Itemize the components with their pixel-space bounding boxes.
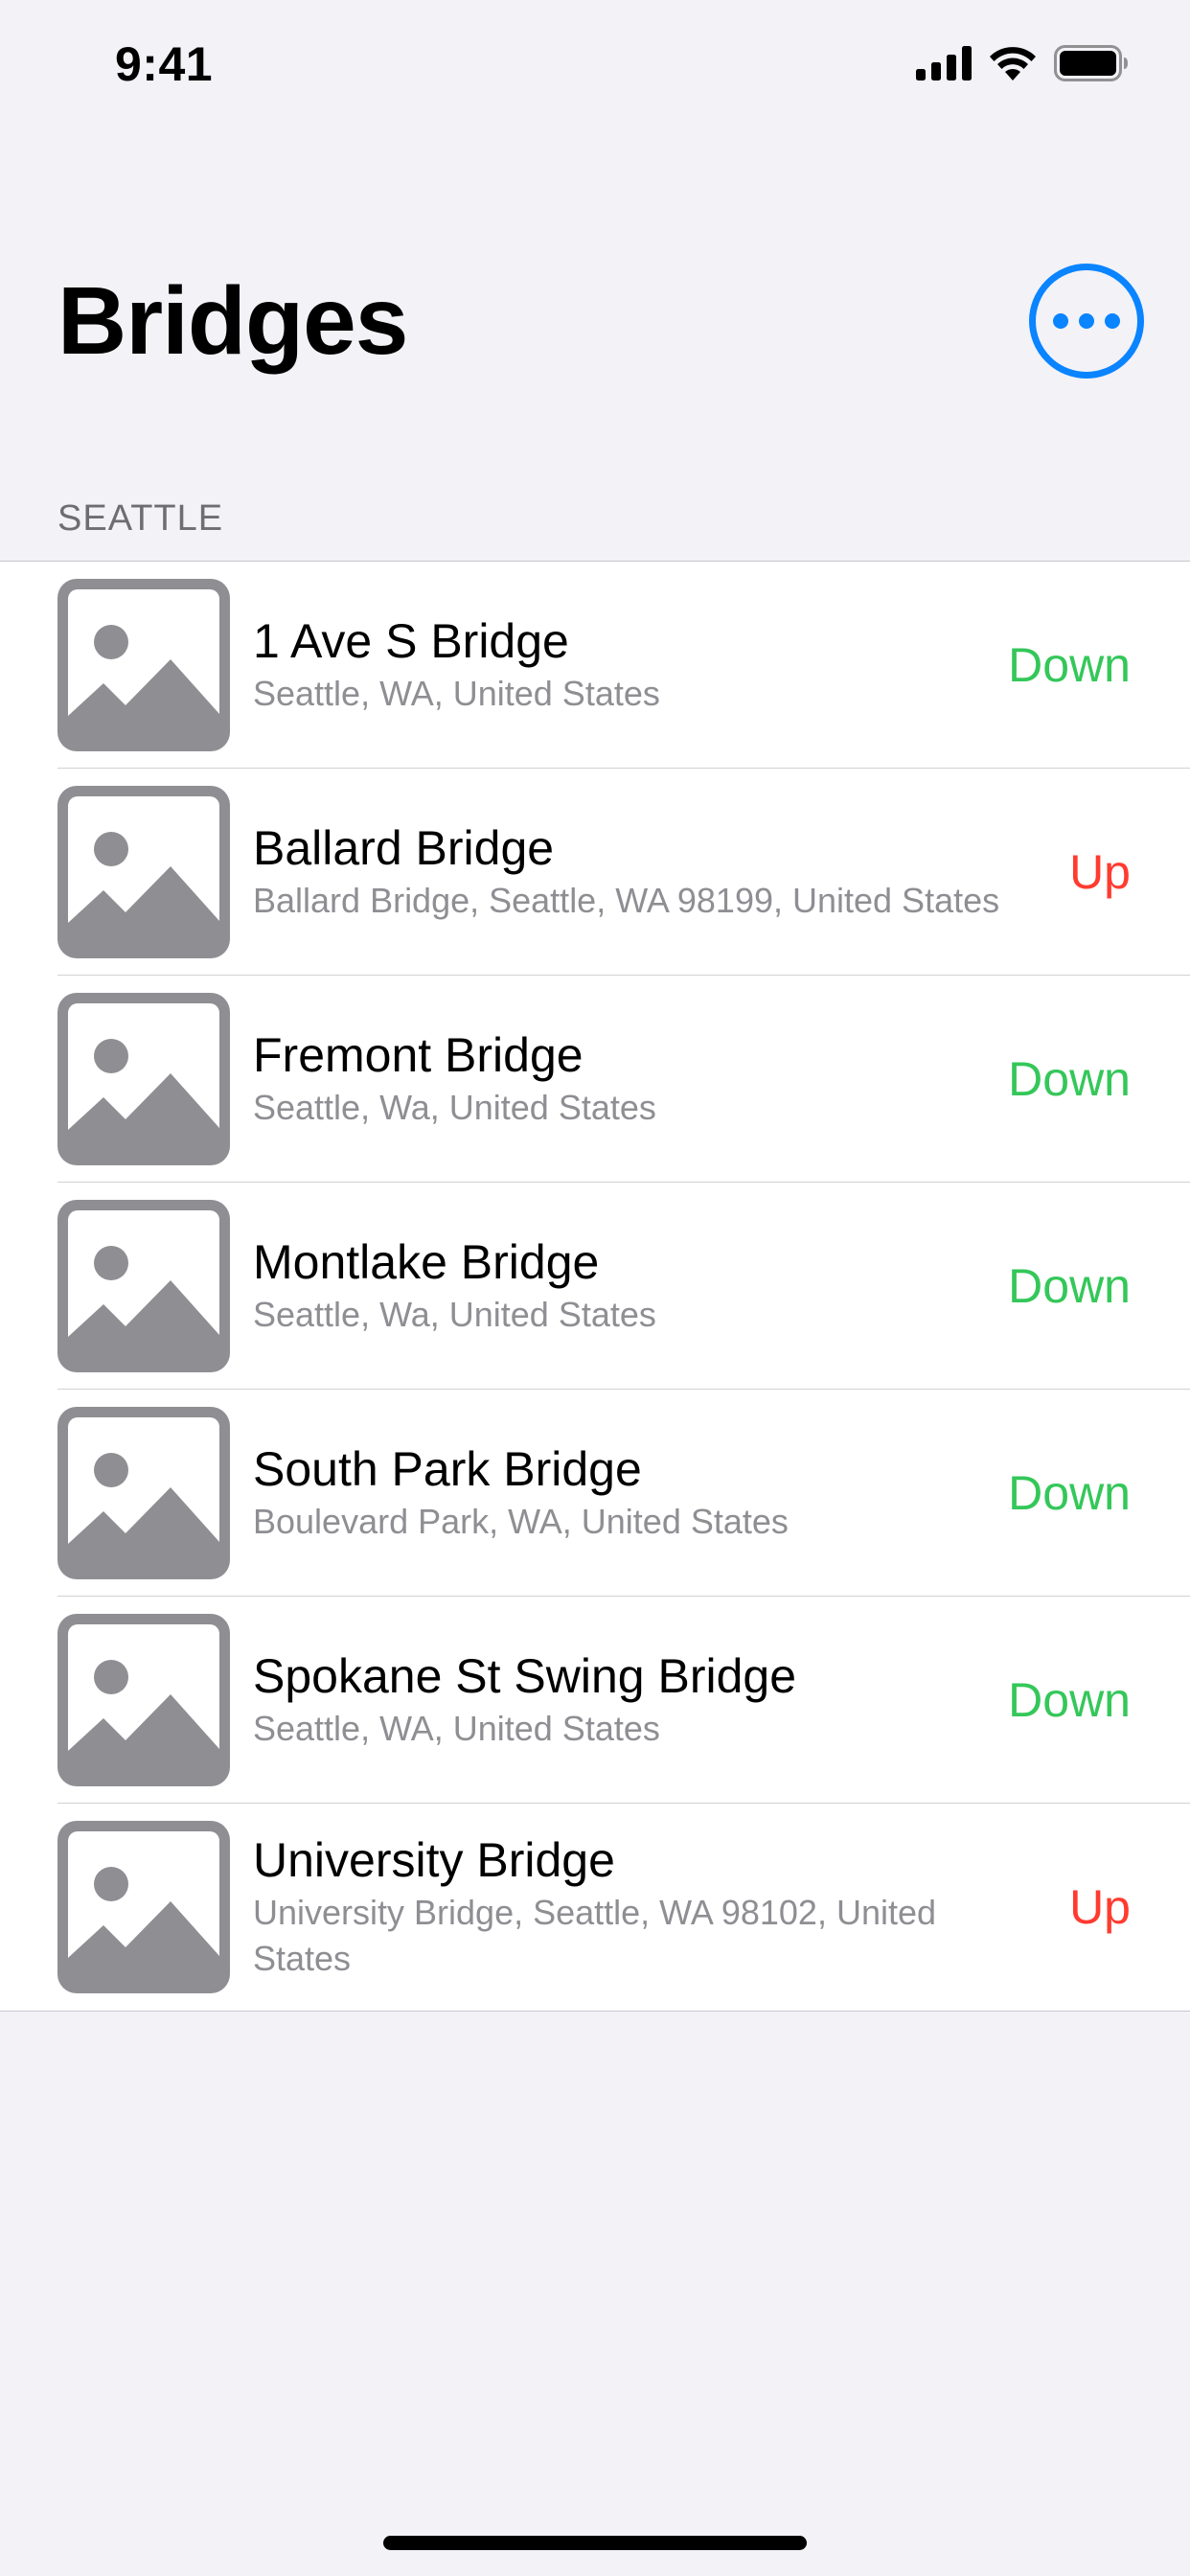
photo-placeholder-icon (57, 1407, 230, 1579)
bridge-name: University Bridge (253, 1833, 615, 1887)
bridge-row[interactable]: Ballard Bridge Ballard Bridge, Seattle, … (0, 769, 1190, 976)
bridge-row-text: 1 Ave S Bridge Seattle, WA, United State… (253, 562, 1046, 769)
photo-placeholder-icon (57, 1200, 230, 1372)
bridge-row-text: South Park Bridge Boulevard Park, WA, Un… (253, 1390, 1046, 1597)
status-time: 9:41 (115, 37, 214, 91)
ellipsis-dot (1105, 313, 1120, 329)
bridge-row-text: Montlake Bridge Seattle, Wa, United Stat… (253, 1183, 1046, 1390)
page-title: Bridges (57, 267, 408, 375)
status-icons (916, 42, 1129, 84)
bridge-row[interactable]: 1 Ave S Bridge Seattle, WA, United State… (0, 562, 1190, 769)
wifi-icon (990, 47, 1036, 80)
more-options-button[interactable] (1029, 264, 1144, 379)
bridge-name: 1 Ave S Bridge (253, 614, 569, 668)
battery-icon (1054, 45, 1128, 81)
bridge-name: Spokane St Swing Bridge (253, 1649, 797, 1703)
bridge-location: Boulevard Park, WA, United States (253, 1502, 789, 1541)
bridge-status: Up (1069, 845, 1131, 899)
bridge-status: Down (1008, 1673, 1131, 1727)
bridge-location: Seattle, Wa, United States (253, 1295, 656, 1334)
ellipsis-dot (1079, 313, 1094, 329)
bridge-name: Ballard Bridge (253, 821, 555, 875)
photo-placeholder-icon (57, 993, 230, 1165)
bridge-row-text: Ballard Bridge Ballard Bridge, Seattle, … (253, 769, 1046, 976)
photo-placeholder-icon (57, 1614, 230, 1786)
ellipsis-circle-icon (1053, 313, 1068, 329)
bridge-status: Down (1008, 638, 1131, 692)
bridge-location: Ballard Bridge, Seattle, WA 98199, Unite… (253, 881, 1000, 920)
bridge-location: Seattle, WA, United States (253, 674, 660, 713)
photo-placeholder-icon (57, 579, 230, 751)
bridge-name: Montlake Bridge (253, 1235, 600, 1289)
bridge-location: Seattle, WA, United States (253, 1709, 660, 1748)
bridge-row[interactable]: Spokane St Swing Bridge Seattle, WA, Uni… (0, 1597, 1190, 1804)
bridge-row[interactable]: Fremont Bridge Seattle, Wa, United State… (0, 976, 1190, 1183)
bridge-row-text: University Bridge University Bridge, Sea… (253, 1804, 1018, 2011)
cellular-signal-icon (916, 46, 972, 80)
home-indicator[interactable] (383, 2536, 807, 2550)
photo-placeholder-icon (57, 786, 230, 958)
bridge-row-text: Fremont Bridge Seattle, Wa, United State… (253, 976, 1046, 1183)
bridge-status: Down (1008, 1259, 1131, 1313)
bridge-status: Down (1008, 1052, 1131, 1106)
bridge-row[interactable]: South Park Bridge Boulevard Park, WA, Un… (0, 1390, 1190, 1597)
bridge-row[interactable]: University Bridge University Bridge, Sea… (0, 1804, 1190, 2011)
section-header: SEATTLE (57, 498, 224, 539)
bridge-location: Seattle, Wa, United States (253, 1088, 656, 1127)
bridge-status: Up (1069, 1880, 1131, 1934)
bridge-name: Fremont Bridge (253, 1028, 584, 1082)
status-bar: 9:41 (0, 0, 1190, 126)
bridge-status: Down (1008, 1466, 1131, 1520)
bridge-row-text: Spokane St Swing Bridge Seattle, WA, Uni… (253, 1597, 1046, 1804)
photo-placeholder-icon (57, 1821, 230, 1993)
bridge-list: 1 Ave S Bridge Seattle, WA, United State… (0, 561, 1190, 2012)
bridge-location: University Bridge, Seattle, WA 98102, Un… (253, 1893, 937, 1978)
bridge-row[interactable]: Montlake Bridge Seattle, Wa, United Stat… (0, 1183, 1190, 1390)
bridge-name: South Park Bridge (253, 1442, 642, 1496)
